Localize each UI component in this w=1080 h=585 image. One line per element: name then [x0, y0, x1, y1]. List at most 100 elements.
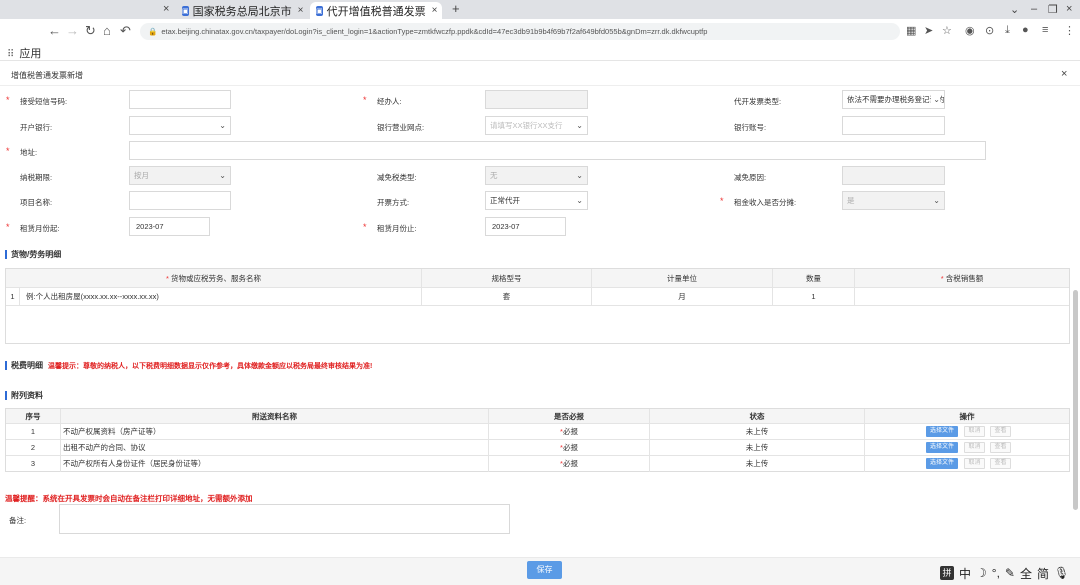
cancel-button[interactable]: 取消	[964, 458, 985, 469]
bookmarks-bar: ⠿ 应用	[0, 43, 1080, 61]
rent-start-input[interactable]: 2023-07	[129, 217, 210, 236]
moon-icon[interactable]: ☽	[976, 566, 987, 580]
goods-row-name[interactable]: 例:个人出租房屋(xxxx.xx.xx--xxxx.xx.xx)	[20, 288, 422, 306]
send-icon[interactable]: ➤	[924, 24, 933, 37]
cancel-button[interactable]: 取消	[964, 426, 985, 437]
camera-icon[interactable]: ⊙	[985, 24, 994, 37]
address-bar-row: ← → ↻ ⌂ ↶ 🔒 etax.beijing.chinatax.gov.cn/…	[0, 19, 1080, 43]
attach-row-required: *必报	[489, 440, 650, 456]
apps-label: 应用	[19, 48, 42, 60]
invoice-type-value: 依法不需要办理税务登记证的	[847, 95, 945, 104]
menu-lines-icon[interactable]: ≡	[1042, 24, 1048, 36]
window-close-icon[interactable]: ×	[1066, 3, 1072, 15]
sms-phone-input[interactable]	[129, 90, 231, 109]
tab-search-chevron-icon[interactable]: ⌄	[1010, 3, 1019, 16]
browser-tab-invoice[interactable]: ▣ 代开增值税普通发票 ×	[310, 2, 442, 19]
operator-input[interactable]	[485, 90, 588, 109]
exemption-type-select[interactable]: 无 ⌄	[485, 166, 588, 185]
tab-close-icon[interactable]: ×	[432, 5, 438, 16]
invoice-type-select[interactable]: 依法不需要办理税务登记证的 ⌄	[842, 90, 945, 109]
restore-icon[interactable]: ❐	[1048, 3, 1058, 16]
goods-row-unit[interactable]: 月	[592, 288, 773, 306]
remark-label: 备注:	[9, 516, 27, 525]
bank-select[interactable]: ⌄	[129, 116, 231, 135]
issue-method-select[interactable]: 正常代开 ⌄	[485, 191, 588, 210]
goods-row-qty[interactable]: 1	[773, 288, 855, 306]
qr-icon[interactable]: ▦	[906, 24, 916, 37]
ime-fullwidth[interactable]: 全	[1020, 565, 1032, 582]
rent-end-input[interactable]: 2023-07	[485, 217, 566, 236]
bank-branch-select[interactable]: 请填写XX银行XX支行 ⌄	[485, 116, 588, 135]
ime-logo-icon[interactable]: 拼	[940, 566, 954, 580]
forward-icon[interactable]: →	[66, 23, 79, 39]
goods-row-amount[interactable]	[855, 288, 1069, 306]
attach-row-required: *必报	[489, 424, 650, 440]
bank-label: 开户银行:	[20, 123, 53, 132]
bank-branch-placeholder: 请填写XX银行XX支行	[490, 121, 563, 130]
bookmark-apps[interactable]: ⠿ 应用	[7, 45, 41, 61]
choose-file-button[interactable]: 选择文件	[926, 426, 958, 437]
bank-branch-label: 银行营业网点:	[377, 123, 425, 132]
remark-textarea[interactable]	[59, 504, 510, 534]
view-button[interactable]: 查看	[990, 426, 1011, 437]
sms-phone-label: 接受短信号码:	[20, 97, 68, 106]
lock-icon: 🔒	[148, 27, 158, 36]
view-button[interactable]: 查看	[990, 442, 1011, 453]
project-name-input[interactable]	[129, 191, 231, 210]
back-icon[interactable]: ←	[48, 23, 61, 39]
attachments-table: 序号 附送资料名称 是否必报 状态 操作 1 不动产权属资料（房产证等） *必报…	[5, 408, 1070, 472]
address-input[interactable]	[129, 141, 986, 160]
attach-row-actions: 选择文件 取消 查看	[865, 424, 1069, 440]
attach-row-actions: 选择文件 取消 查看	[865, 440, 1069, 456]
choose-file-button[interactable]: 选择文件	[926, 442, 958, 453]
minimize-icon[interactable]: –	[1031, 3, 1037, 15]
exemption-reason-input[interactable]	[842, 166, 945, 185]
more-icon[interactable]: ⋮	[1064, 24, 1075, 37]
extension-icon[interactable]: ◉	[965, 24, 975, 37]
rent-split-value: 是	[847, 196, 855, 205]
save-button[interactable]: 保存	[527, 561, 562, 579]
ime-chinese[interactable]: 中	[959, 565, 971, 582]
download-icon[interactable]: ⤓	[1005, 24, 1010, 37]
reload-icon[interactable]: ↻	[85, 23, 96, 39]
attach-header-no: 序号	[6, 409, 61, 424]
cancel-button[interactable]: 取消	[964, 442, 985, 453]
url-field[interactable]: 🔒 etax.beijing.chinatax.gov.cn/taxpayer/d…	[140, 23, 900, 40]
tab-close-icon[interactable]: ×	[298, 5, 304, 16]
page-scrollbar[interactable]	[1073, 290, 1078, 510]
microphone-icon[interactable]: 🎙	[1054, 566, 1069, 580]
required-mark: *	[363, 222, 367, 232]
view-button[interactable]: 查看	[990, 458, 1011, 469]
undo-icon[interactable]: ↶	[120, 23, 131, 39]
rent-split-select[interactable]: 是 ⌄	[842, 191, 945, 210]
attach-row-name: 不动产权所有人身份证件（居民身份证等）	[61, 456, 489, 472]
punctuation-icon[interactable]: °,	[992, 566, 1000, 580]
project-name-label: 项目名称:	[20, 198, 53, 207]
browser-tab-tax-bureau[interactable]: ▣ 国家税务总局北京市 ×	[176, 2, 308, 19]
ime-simplified[interactable]: 简	[1037, 565, 1049, 582]
goods-row-no: 1	[6, 288, 20, 306]
rent-start-label: 租赁月份起:	[20, 224, 60, 233]
exemption-type-value: 无	[490, 171, 498, 180]
new-tab-icon[interactable]: +	[452, 1, 460, 16]
attach-row-no: 2	[6, 440, 61, 456]
pen-icon[interactable]: ✎	[1005, 566, 1015, 580]
profile-icon[interactable]: ●	[1022, 24, 1029, 36]
goods-table: * 货物或应税劳务、服务名称 规格型号 计量单位 数量 * 含税销售额 1 例:…	[5, 268, 1070, 344]
star-icon[interactable]: ☆	[942, 24, 952, 37]
required-mark: *	[6, 146, 10, 156]
tab-close-icon[interactable]: ×	[163, 3, 169, 15]
attach-header-required: 是否必报	[489, 409, 650, 424]
bank-account-input[interactable]	[842, 116, 945, 135]
tab-label: 代开增值税普通发票	[326, 5, 426, 18]
goods-header-qty: 数量	[773, 269, 855, 288]
close-icon[interactable]: ×	[1061, 68, 1067, 80]
attach-row-no: 3	[6, 456, 61, 472]
goods-header-name: * 货物或应税劳务、服务名称	[6, 269, 422, 288]
choose-file-button[interactable]: 选择文件	[926, 458, 958, 469]
url-text: etax.beijing.chinatax.gov.cn/taxpayer/do…	[161, 27, 708, 36]
home-icon[interactable]: ⌂	[103, 23, 111, 39]
tax-period-select[interactable]: 按月 ⌄	[129, 166, 231, 185]
goods-row-spec[interactable]: 套	[422, 288, 592, 306]
tax-period-label: 纳税期限:	[20, 173, 53, 182]
